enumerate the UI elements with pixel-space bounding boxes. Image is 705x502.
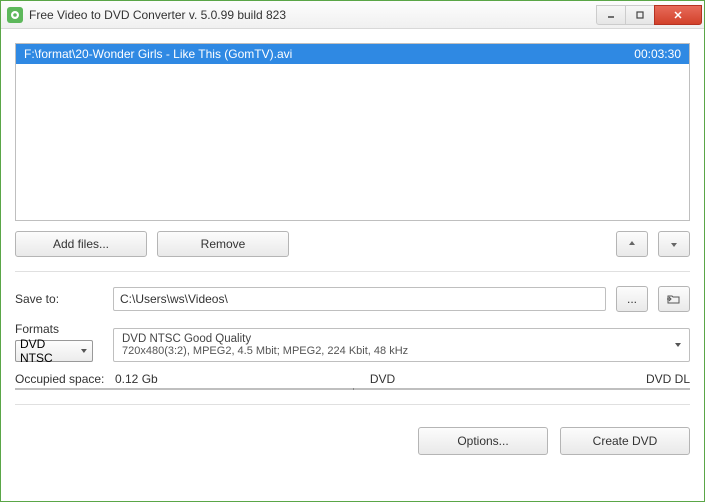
format-quality-select[interactable]: DVD NTSC Good Quality 720x480(3:2), MPEG… (113, 328, 690, 362)
minimize-button[interactable] (596, 5, 626, 25)
format-preset-select[interactable]: DVD NTSC (15, 340, 93, 362)
file-path: F:\format\20-Wonder Girls - Like This (G… (24, 47, 634, 61)
file-buttons-row: Add files... Remove (15, 231, 690, 257)
occupied-label: Occupied space: (15, 372, 115, 386)
file-list[interactable]: F:\format\20-Wonder Girls - Like This (G… (15, 43, 690, 221)
dvd-dl-label: DVD DL (630, 372, 690, 386)
space-header: Occupied space: 0.12 Gb DVD DVD DL (15, 372, 690, 386)
save-to-row: Save to: ... (15, 286, 690, 312)
arrow-up-icon (627, 239, 637, 249)
chevron-down-icon (80, 347, 88, 355)
save-to-input[interactable] (113, 287, 606, 311)
file-duration: 00:03:30 (634, 47, 681, 61)
save-to-label: Save to: (15, 292, 103, 306)
browse-button[interactable]: ... (616, 286, 648, 312)
divider (15, 271, 690, 272)
dvd-tick (353, 388, 354, 390)
app-window: Free Video to DVD Converter v. 5.0.99 bu… (0, 0, 705, 502)
add-files-button[interactable]: Add files... (15, 231, 147, 257)
maximize-button[interactable] (625, 5, 655, 25)
format-quality-title: DVD NTSC Good Quality (122, 333, 681, 345)
divider (15, 404, 690, 405)
move-down-button[interactable] (658, 231, 690, 257)
space-bar (15, 388, 690, 390)
close-button[interactable] (654, 5, 702, 25)
formats-column: Formats DVD NTSC (15, 322, 103, 362)
window-controls (597, 5, 702, 25)
chevron-down-icon (673, 340, 683, 350)
file-row[interactable]: F:\format\20-Wonder Girls - Like This (G… (16, 44, 689, 64)
occupied-space-section: Occupied space: 0.12 Gb DVD DVD DL (15, 372, 690, 390)
footer-buttons: Options... Create DVD (15, 419, 690, 455)
remove-button[interactable]: Remove (157, 231, 289, 257)
create-dvd-button[interactable]: Create DVD (560, 427, 690, 455)
options-button[interactable]: Options... (418, 427, 548, 455)
move-up-button[interactable] (616, 231, 648, 257)
content-area: F:\format\20-Wonder Girls - Like This (G… (1, 29, 704, 501)
formats-row: Formats DVD NTSC DVD NTSC Good Quality 7… (15, 322, 690, 362)
open-folder-icon (667, 293, 681, 305)
window-title: Free Video to DVD Converter v. 5.0.99 bu… (29, 8, 597, 22)
open-folder-button[interactable] (658, 286, 690, 312)
formats-label: Formats (15, 322, 103, 336)
titlebar[interactable]: Free Video to DVD Converter v. 5.0.99 bu… (1, 1, 704, 29)
dvd-label: DVD (135, 372, 630, 386)
format-quality-desc: 720x480(3:2), MPEG2, 4.5 Mbit; MPEG2, 22… (122, 345, 681, 357)
app-icon (7, 7, 23, 23)
format-preset-value: DVD NTSC (20, 337, 80, 365)
arrow-down-icon (669, 239, 679, 249)
